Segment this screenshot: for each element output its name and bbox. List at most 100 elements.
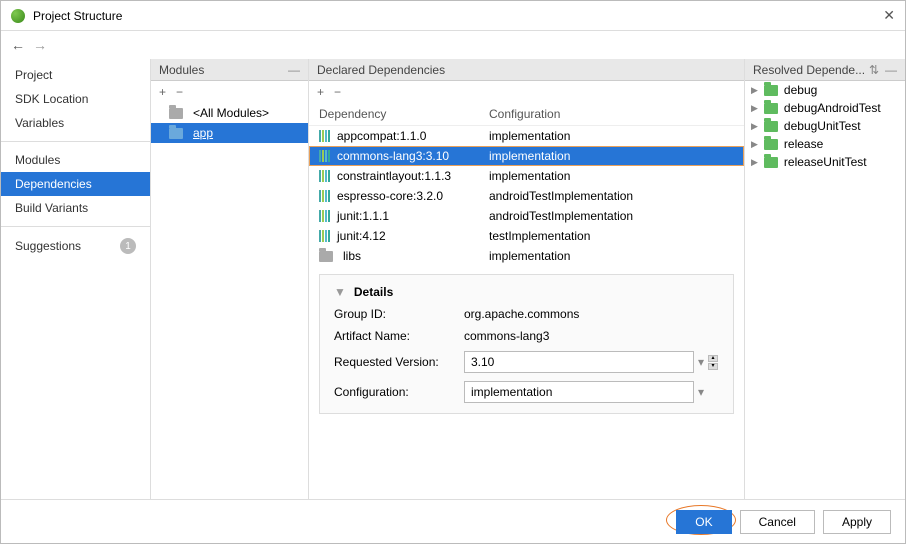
dependency-row[interactable]: junit:1.1.1 androidTestImplementation bbox=[309, 206, 744, 226]
sidebar-item-label: Suggestions bbox=[15, 239, 81, 253]
resolved-label: release bbox=[784, 137, 823, 151]
library-icon bbox=[319, 170, 331, 182]
add-module-icon[interactable]: + bbox=[159, 85, 166, 99]
sidebar-item-build-variants[interactable]: Build Variants bbox=[1, 196, 150, 220]
folder-icon bbox=[764, 103, 778, 114]
filter-icon[interactable]: ⇅ bbox=[869, 63, 879, 77]
cancel-button[interactable]: Cancel bbox=[740, 510, 815, 534]
folder-icon bbox=[169, 128, 183, 139]
folder-icon bbox=[764, 121, 778, 132]
resolved-label: releaseUnitTest bbox=[784, 155, 867, 169]
module-item-all[interactable]: <All Modules> bbox=[151, 103, 308, 123]
dependency-row[interactable]: constraintlayout:1.1.3 implementation bbox=[309, 166, 744, 186]
requested-version-input[interactable] bbox=[464, 351, 694, 373]
sidebar-item-modules[interactable]: Modules bbox=[1, 148, 150, 172]
dependency-row[interactable]: espresso-core:3.2.0 androidTestImplementa… bbox=[309, 186, 744, 206]
remove-dependency-icon[interactable]: − bbox=[334, 85, 341, 99]
artifact-name-label: Artifact Name: bbox=[334, 329, 454, 343]
dependency-config: testImplementation bbox=[489, 229, 590, 243]
dependency-config: androidTestImplementation bbox=[489, 209, 633, 223]
sidebar-separator bbox=[1, 226, 150, 227]
resolved-item[interactable]: ▶ debugUnitTest bbox=[745, 117, 905, 135]
module-label: app bbox=[193, 126, 213, 140]
settings-sidebar: Project SDK Location Variables Modules D… bbox=[1, 59, 151, 499]
close-icon[interactable]: ✕ bbox=[883, 7, 895, 24]
dependency-row[interactable]: appcompat:1.1.0implementation bbox=[309, 126, 744, 146]
module-label: <All Modules> bbox=[193, 106, 269, 120]
version-stepper[interactable]: ▴▾ bbox=[708, 355, 718, 370]
deps-list: appcompat:1.1.0implementationcommons-lan… bbox=[309, 126, 744, 266]
expand-icon[interactable]: ▶ bbox=[751, 121, 758, 132]
forward-icon[interactable]: → bbox=[33, 37, 47, 53]
modules-panel: Modules — + − <All Modules> app bbox=[151, 59, 309, 499]
dialog-footer: OK Cancel Apply bbox=[1, 499, 905, 543]
dependency-name: junit:1.1.1 bbox=[337, 209, 389, 223]
library-icon bbox=[319, 150, 331, 162]
configuration-select[interactable] bbox=[464, 381, 694, 403]
module-item-app[interactable]: app bbox=[151, 123, 308, 143]
sidebar-item-suggestions[interactable]: Suggestions 1 bbox=[1, 233, 150, 259]
group-id-value: org.apache.commons bbox=[464, 307, 719, 321]
library-icon bbox=[319, 230, 331, 242]
app-logo-icon bbox=[11, 9, 25, 23]
resolved-panel-header: Resolved Depende... ⇅ — bbox=[745, 59, 905, 81]
dependency-row[interactable]: junit:4.12 testImplementation bbox=[309, 226, 744, 246]
suggestions-badge: 1 bbox=[120, 238, 136, 254]
artifact-name-value: commons-lang3 bbox=[464, 329, 719, 343]
sidebar-item-variables[interactable]: Variables bbox=[1, 111, 150, 135]
modules-panel-header: Modules — bbox=[151, 59, 308, 81]
add-dependency-icon[interactable]: + bbox=[317, 85, 324, 99]
dependency-name: constraintlayout:1.1.3 bbox=[337, 169, 451, 183]
resolved-item[interactable]: ▶ debugAndroidTest bbox=[745, 99, 905, 117]
group-id-label: Group ID: bbox=[334, 307, 454, 321]
dependency-config: androidTestImplementation bbox=[489, 189, 633, 203]
back-icon[interactable]: ← bbox=[11, 37, 25, 53]
modules-panel-title: Modules bbox=[159, 63, 204, 77]
deps-toolbar: + − bbox=[309, 81, 744, 103]
sidebar-item-sdk-location[interactable]: SDK Location bbox=[1, 87, 150, 111]
title-bar: Project Structure ✕ bbox=[1, 1, 905, 31]
configuration-label: Configuration: bbox=[334, 385, 454, 399]
library-icon bbox=[319, 190, 331, 202]
folder-icon bbox=[764, 85, 778, 96]
dropdown-icon[interactable]: ▾ bbox=[698, 385, 704, 399]
sidebar-separator bbox=[1, 141, 150, 142]
apply-button[interactable]: Apply bbox=[823, 510, 891, 534]
resolved-panel-title: Resolved Depende... bbox=[753, 63, 865, 77]
expand-icon[interactable]: ▶ bbox=[751, 85, 758, 96]
modules-list: <All Modules> app bbox=[151, 103, 308, 143]
deps-panel-title: Declared Dependencies bbox=[317, 63, 445, 77]
remove-module-icon[interactable]: − bbox=[176, 85, 183, 99]
window-title: Project Structure bbox=[33, 9, 883, 23]
requested-version-label: Requested Version: bbox=[334, 355, 454, 369]
resolved-panel: Resolved Depende... ⇅ — ▶ debug ▶ debugAndr… bbox=[745, 59, 905, 499]
dependency-row[interactable]: commons-lang3:3.10implementation bbox=[309, 146, 744, 166]
resolved-label: debugAndroidTest bbox=[784, 101, 881, 115]
dropdown-icon[interactable]: ▾ bbox=[698, 355, 704, 369]
minimize-icon[interactable]: — bbox=[885, 63, 897, 77]
folder-icon bbox=[764, 157, 778, 168]
folder-icon bbox=[169, 108, 183, 119]
library-icon bbox=[319, 210, 331, 222]
library-icon bbox=[319, 130, 331, 142]
expand-icon[interactable]: ▶ bbox=[751, 103, 758, 114]
expand-icon[interactable]: ▶ bbox=[751, 139, 758, 150]
sidebar-item-dependencies[interactable]: Dependencies bbox=[1, 172, 150, 196]
collapse-icon[interactable]: ▼ bbox=[334, 285, 346, 299]
dependency-config: implementation bbox=[489, 169, 570, 183]
dependency-row[interactable]: libsimplementation bbox=[309, 246, 744, 266]
resolved-item[interactable]: ▶ release bbox=[745, 135, 905, 153]
resolved-item[interactable]: ▶ debug bbox=[745, 81, 905, 99]
dependency-name: junit:4.12 bbox=[337, 229, 386, 243]
resolved-item[interactable]: ▶ releaseUnitTest bbox=[745, 153, 905, 171]
sidebar-item-project[interactable]: Project bbox=[1, 63, 150, 87]
ok-button[interactable]: OK bbox=[676, 510, 731, 534]
minimize-icon[interactable]: — bbox=[288, 63, 300, 77]
resolved-label: debugUnitTest bbox=[784, 119, 861, 133]
nav-bar: ← → bbox=[1, 31, 905, 59]
dependency-name: espresso-core:3.2.0 bbox=[337, 189, 443, 203]
col-dependency: Dependency bbox=[319, 107, 489, 121]
resolved-label: debug bbox=[784, 83, 817, 97]
expand-icon[interactable]: ▶ bbox=[751, 157, 758, 168]
dependency-name: commons-lang3:3.10 bbox=[337, 149, 449, 163]
